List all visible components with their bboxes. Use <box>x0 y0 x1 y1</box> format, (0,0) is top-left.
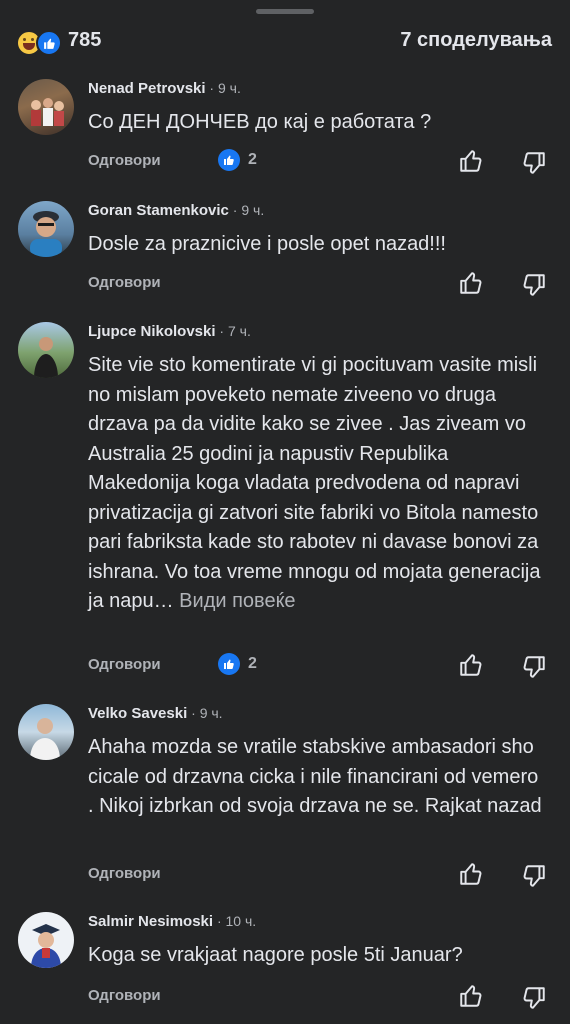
like-icon <box>218 149 240 171</box>
thumbs-down-icon[interactable] <box>521 863 547 889</box>
comment-text-body: Site vie sto komentirate vi gi pocituvam… <box>88 354 541 612</box>
thumbs-down-icon[interactable] <box>521 985 547 1011</box>
avatar[interactable] <box>18 201 74 257</box>
thumbs-up-icon[interactable] <box>458 861 484 887</box>
drag-handle[interactable] <box>256 9 314 14</box>
commenter-name[interactable]: Salmir Nesimoski <box>88 913 213 930</box>
commenter-name[interactable]: Ljupce Nikolovski <box>88 323 216 340</box>
reply-button[interactable]: Одговори <box>88 152 161 169</box>
thumbs-up-icon[interactable] <box>458 148 484 174</box>
reply-button[interactable]: Одговори <box>88 865 161 882</box>
thumbs-up-icon[interactable] <box>458 652 484 678</box>
comment-time[interactable]: 7 ч. <box>228 323 251 339</box>
thumbs-up-icon[interactable] <box>458 983 484 1009</box>
thumbs-down-icon[interactable] <box>521 654 547 680</box>
avatar[interactable] <box>18 704 74 760</box>
comment-time[interactable]: 9 ч. <box>218 80 241 96</box>
avatar[interactable] <box>18 79 74 135</box>
commenter-name[interactable]: Nenad Petrovski <box>88 80 206 97</box>
avatar[interactable] <box>18 912 74 968</box>
commenter-name[interactable]: Goran Stamenkovic <box>88 202 229 219</box>
thumbs-down-icon[interactable] <box>521 150 547 176</box>
like-icon <box>36 30 62 56</box>
reactions-bar: 785 7 споделувања <box>0 24 570 60</box>
comment-text: Site vie sto komentirate vi gi pocituvam… <box>88 351 548 617</box>
reply-button[interactable]: Одговори <box>88 987 161 1004</box>
reactions-count[interactable]: 785 <box>68 29 101 52</box>
comment-text: Dosle za praznicive i posle opet nazad!!… <box>88 233 446 255</box>
comment-text: Ahaha mozda se vratile stabskive ambasad… <box>88 736 542 817</box>
shares-count[interactable]: 7 споделувања <box>400 29 552 52</box>
thumbs-down-icon[interactable] <box>521 272 547 298</box>
comment-time[interactable]: 9 ч. <box>200 705 223 721</box>
likes-count: 2 <box>248 151 257 168</box>
comment-likes[interactable]: 2 <box>218 653 257 675</box>
commenter-name[interactable]: Velko Saveski <box>88 705 187 722</box>
comment-text: Со ДЕН ДОНЧЕВ до кај е работата ? <box>88 111 432 133</box>
reply-button[interactable]: Одговори <box>88 274 161 291</box>
thumbs-up-icon[interactable] <box>458 270 484 296</box>
avatar[interactable] <box>18 322 74 378</box>
reply-button[interactable]: Одговори <box>88 656 161 673</box>
reaction-icons[interactable] <box>16 30 64 56</box>
like-icon <box>218 653 240 675</box>
see-more-link[interactable]: Види повеќе <box>174 590 295 612</box>
comment-text: Koga se vrakjaat nagore posle 5ti Januar… <box>88 944 463 966</box>
comment-time[interactable]: 9 ч. <box>241 202 264 218</box>
comment-likes[interactable]: 2 <box>218 149 257 171</box>
likes-count: 2 <box>248 655 257 672</box>
comment-time[interactable]: 10 ч. <box>226 913 257 929</box>
